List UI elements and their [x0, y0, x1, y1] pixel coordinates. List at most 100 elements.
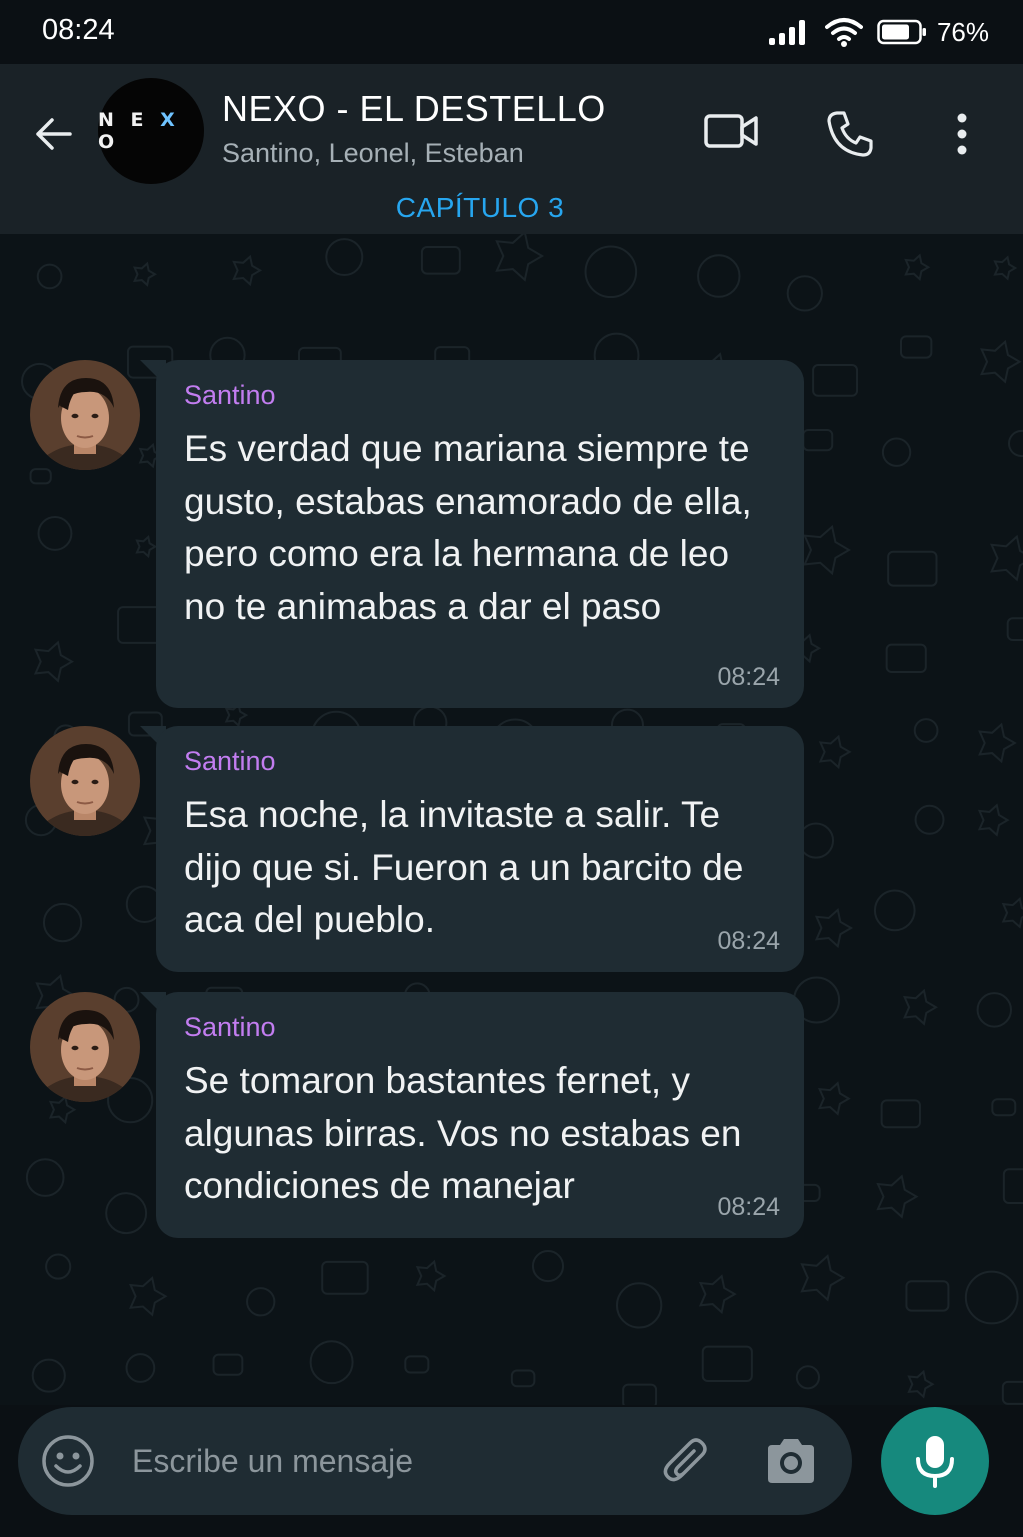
wallpaper-doodle [622, 1383, 658, 1405]
wallpaper-doodle [232, 254, 263, 287]
wallpaper-doodle [105, 1192, 148, 1235]
wallpaper-doodle [531, 1250, 565, 1283]
wallpaper-doodle [495, 234, 545, 282]
wifi-icon [824, 18, 863, 47]
wallpaper-doodle [876, 1174, 919, 1219]
sender-name: Santino [184, 746, 276, 776]
wallpaper-doodle [817, 1081, 851, 1116]
wallpaper-doodle [125, 1353, 156, 1383]
avatar-portrait [30, 726, 140, 836]
wallpaper-doodle [993, 255, 1018, 281]
wallpaper-doodle [1006, 617, 1023, 641]
message-time: 08:24 [717, 1193, 780, 1221]
wallpaper-doodle [803, 524, 851, 576]
wallpaper-doodle [325, 238, 364, 277]
wallpaper-doodle [45, 1253, 72, 1280]
wallpaper-doodle [979, 339, 1022, 384]
wallpaper-doodle [25, 1158, 65, 1197]
wallpaper-doodle [37, 516, 73, 551]
wallpaper-doodle [818, 734, 852, 770]
wallpaper-doodle [802, 428, 834, 452]
paperclip-icon[interactable] [660, 1435, 716, 1491]
microphone-icon [916, 1436, 954, 1488]
wallpaper-doodle [795, 1365, 820, 1390]
signal-icon [768, 20, 805, 45]
wallpaper-doodle [977, 803, 1010, 837]
avatar[interactable] [30, 726, 140, 836]
arrow-left-icon[interactable] [30, 110, 78, 158]
sender-name: Santino [184, 1012, 276, 1042]
nexo-logo: N E X O [98, 109, 180, 153]
wallpaper-doodle [404, 1355, 430, 1374]
wallpaper-doodle [510, 1369, 536, 1388]
wallpaper-doodle [976, 992, 1012, 1028]
message-composer[interactable]: Escribe un mensaje [18, 1407, 852, 1515]
wallpaper-doodle [913, 718, 939, 743]
wallpaper-doodle [880, 1099, 921, 1129]
wallpaper-doodle [978, 722, 1017, 764]
avatar[interactable] [30, 360, 140, 470]
wallpaper-doodle [697, 254, 741, 298]
wallpaper-doodle [135, 534, 158, 559]
wallpaper-doodle [415, 1259, 447, 1293]
emoji-icon[interactable] [40, 1433, 96, 1489]
battery-icon [877, 19, 926, 45]
avatar-portrait [30, 360, 140, 470]
message-time: 08:24 [717, 927, 780, 955]
camera-icon[interactable] [762, 1435, 820, 1487]
wallpaper-doodle [887, 550, 938, 587]
wallpaper-doodle [132, 261, 157, 287]
wallpaper-doodle [881, 437, 912, 467]
microphone-button[interactable] [881, 1407, 989, 1515]
wallpaper-doodle [36, 263, 63, 290]
status-bar: 08:24 76% [0, 0, 1023, 64]
wallpaper-doodle [814, 908, 854, 949]
group-members[interactable]: Santino, Leonel, Esteban [222, 138, 524, 169]
wallpaper-doodle [1007, 429, 1023, 458]
wallpaper-doodle [812, 364, 859, 397]
message-text: Esa noche, la invitaste a salir. Te dijo… [184, 794, 744, 940]
message-text: Se tomaron bastantes fernet, y algunas b… [184, 1060, 742, 1206]
wallpaper-doodle [907, 1369, 935, 1399]
wallpaper-doodle [991, 1098, 1017, 1117]
more-vert-icon[interactable] [946, 108, 978, 160]
wallpaper-doodle [584, 245, 638, 299]
group-title[interactable]: NEXO - EL DESTELLO [222, 88, 606, 130]
message-time: 08:24 [717, 663, 780, 691]
status-icons: 76% [767, 14, 989, 50]
status-time: 08:24 [42, 14, 115, 46]
message-bubble[interactable]: Santino Es verdad que mariana siempre te… [156, 360, 804, 708]
wallpaper-doodle [1001, 896, 1023, 929]
wallpaper-doodle [786, 275, 823, 312]
wallpaper-doodle [964, 1270, 1019, 1325]
wallpaper-doodle [1002, 1168, 1023, 1205]
wallpaper-doodle [900, 335, 933, 359]
wallpaper-doodle [902, 988, 938, 1026]
avatar[interactable] [30, 992, 140, 1102]
wallpaper-doodle [698, 1274, 737, 1315]
message-bubble[interactable]: Santino Esa noche, la invitaste a salir.… [156, 726, 804, 972]
message-bubble[interactable]: Santino Se tomaron bastantes fernet, y a… [156, 992, 804, 1238]
wallpaper-doodle [48, 1095, 77, 1125]
wallpaper-doodle [309, 1340, 354, 1385]
wallpaper-doodle [212, 1353, 244, 1376]
wallpaper-doodle [701, 1345, 753, 1383]
wallpaper-doodle [905, 1280, 950, 1312]
phone-icon[interactable] [824, 108, 876, 160]
message-text: Es verdad que mariana siempre te gusto, … [184, 428, 752, 627]
chapter-label: CAPÍTULO 3 [395, 192, 565, 223]
sender-name: Santino [184, 380, 276, 410]
wallpaper-doodle [885, 643, 927, 674]
avatar-portrait [30, 992, 140, 1102]
wallpaper-doodle [1001, 1380, 1023, 1405]
chat-area[interactable]: Santino Es verdad que mariana siempre te… [0, 234, 1023, 1405]
video-call-icon[interactable] [702, 108, 760, 156]
wallpaper-doodle [800, 1254, 846, 1302]
wallpaper-doodle [914, 804, 945, 835]
wallpaper-doodle [904, 253, 931, 282]
wallpaper-doodle [31, 1358, 66, 1393]
group-avatar[interactable]: N E X O [98, 78, 204, 184]
battery-percent: 76% [936, 16, 989, 47]
message-input[interactable]: Escribe un mensaje [132, 1443, 413, 1480]
wallpaper-doodle [420, 246, 461, 275]
